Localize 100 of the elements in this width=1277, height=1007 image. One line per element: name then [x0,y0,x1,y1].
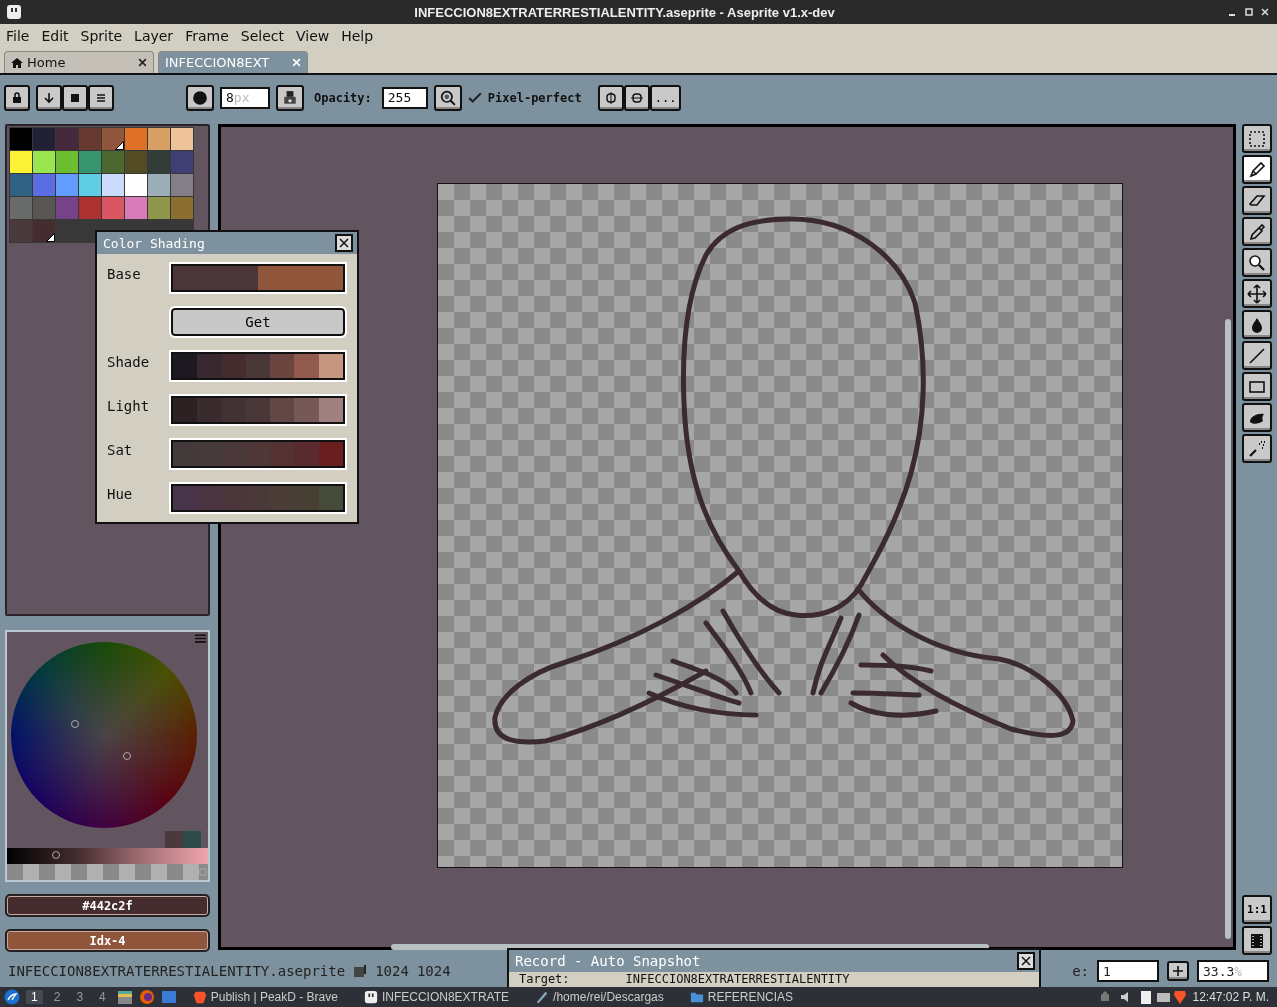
stacked-layers-icon[interactable] [116,989,133,1005]
palette-swatch[interactable] [56,174,78,196]
ramp-swatch[interactable] [258,266,343,290]
close-button[interactable] [1017,952,1035,970]
get-button[interactable]: Get [171,308,345,336]
ramp-swatch[interactable] [221,442,246,466]
ramp-swatch[interactable] [221,486,246,510]
line-tool-button[interactable] [1242,341,1272,370]
palette-swatch[interactable] [148,128,170,150]
window-icon[interactable] [160,989,177,1005]
ramp-swatch[interactable] [294,398,319,422]
frame-field[interactable]: 1 [1097,960,1159,982]
palette-swatch[interactable] [148,151,170,173]
workspace-button[interactable]: 4 [94,990,111,1004]
palette-swatch[interactable] [125,174,147,196]
recent-color-swatch[interactable] [183,831,201,848]
palette-swatch[interactable] [10,197,32,219]
palette-swatch[interactable] [79,151,101,173]
window-controls-icon[interactable] [1227,7,1271,17]
down-arrow-button[interactable] [36,84,62,111]
ramp-swatch[interactable] [221,354,246,378]
ramp-swatch[interactable] [318,442,343,466]
palette-swatch[interactable] [10,151,32,173]
zoom-tool-button[interactable] [1242,248,1272,277]
ramp-swatch[interactable] [197,354,222,378]
ramp-swatch[interactable] [173,486,198,510]
rectangle-tool-button[interactable] [1242,372,1272,401]
ramp-swatch[interactable] [173,266,258,290]
workspace-button[interactable]: 2 [48,990,66,1004]
menu-item[interactable]: Layer [130,28,182,44]
ramp-swatch[interactable] [197,486,222,510]
add-frame-button[interactable] [1167,961,1189,981]
brush-size-field[interactable]: 8px [220,86,270,109]
palette-swatch[interactable] [33,151,55,173]
palette-swatch[interactable] [102,151,124,173]
ramp-swatch[interactable] [245,442,271,466]
ramp-swatch[interactable] [245,354,271,378]
palette-swatch[interactable] [79,197,101,219]
close-icon[interactable] [138,58,147,67]
menu-item[interactable]: Edit [37,28,77,44]
ramp-swatch[interactable] [270,442,295,466]
palette-swatch[interactable] [171,174,193,196]
marquee-tool-button[interactable] [1242,124,1272,153]
menu-item[interactable]: Frame [181,28,237,44]
workspace-button[interactable]: 1 [26,990,43,1004]
menu-item[interactable]: File [2,28,38,44]
color-button[interactable]: Idx-4 [5,929,210,952]
brush-shape-button[interactable] [186,84,214,111]
pixel-perfect-checkbox[interactable]: Pixel-perfect [467,90,582,105]
menu-item[interactable]: Sprite [76,28,131,44]
eraser-tool-button[interactable] [1242,186,1272,215]
taskbar-task[interactable]: REFERENCIAS [679,990,804,1004]
sprite-canvas[interactable] [437,183,1123,868]
palette-swatch[interactable] [171,197,193,219]
palette-swatch[interactable] [33,220,55,242]
close-button[interactable] [335,234,353,252]
menu-item[interactable]: View [291,28,338,44]
palette-swatch[interactable] [56,128,78,150]
symmetry-vertical-button[interactable] [597,84,624,111]
palette-swatch[interactable] [10,174,32,196]
ramp-swatch[interactable] [245,486,271,510]
ramp-swatch[interactable] [197,442,222,466]
palette-swatch[interactable] [148,174,170,196]
recent-color-swatch[interactable] [165,831,183,848]
palette-swatch[interactable] [171,128,193,150]
ramp-swatch[interactable] [294,486,319,510]
browser-globe-icon[interactable] [138,989,155,1005]
film-strip-button[interactable] [1242,926,1272,955]
workspace-button[interactable]: 3 [71,990,89,1004]
taskbar-task[interactable]: /home/rei/Descargas [525,990,674,1004]
actual-size-button[interactable]: 1:1 [1242,895,1272,924]
menu-item[interactable]: Select [236,28,292,44]
palette-swatch[interactable] [171,151,193,173]
palette-swatch[interactable] [148,197,170,219]
palette-swatch[interactable] [125,128,147,150]
fill-tool-button[interactable] [1242,310,1272,339]
ramp-swatch[interactable] [173,398,198,422]
vertical-scrollbar[interactable] [1225,319,1231,939]
start-menu-icon[interactable] [4,989,20,1005]
zoom-field[interactable]: 33.3% [1197,960,1269,982]
symmetry-horizontal-button[interactable] [623,84,650,111]
palette-swatch[interactable] [33,128,55,150]
stamp-button[interactable] [276,84,304,111]
ramp-swatch[interactable] [318,486,343,510]
menu-icon[interactable] [195,634,206,643]
document-tab[interactable]: Home [4,51,154,73]
taskbar-task[interactable]: INFECCION8EXTRATE [353,990,520,1004]
ramp-swatch[interactable] [270,398,295,422]
palette-swatch[interactable] [56,197,78,219]
palette-swatch[interactable] [10,220,32,242]
ramp-swatch[interactable] [173,442,198,466]
palette-swatch[interactable] [79,128,101,150]
palette-swatch[interactable] [102,174,124,196]
palette-swatch[interactable] [125,151,147,173]
ramp-swatch[interactable] [221,398,246,422]
ramp-swatch[interactable] [173,354,198,378]
palette-swatch[interactable] [79,174,101,196]
ramp-swatch[interactable] [318,354,343,378]
palette-swatch[interactable] [33,174,55,196]
palette-swatch[interactable] [56,151,78,173]
